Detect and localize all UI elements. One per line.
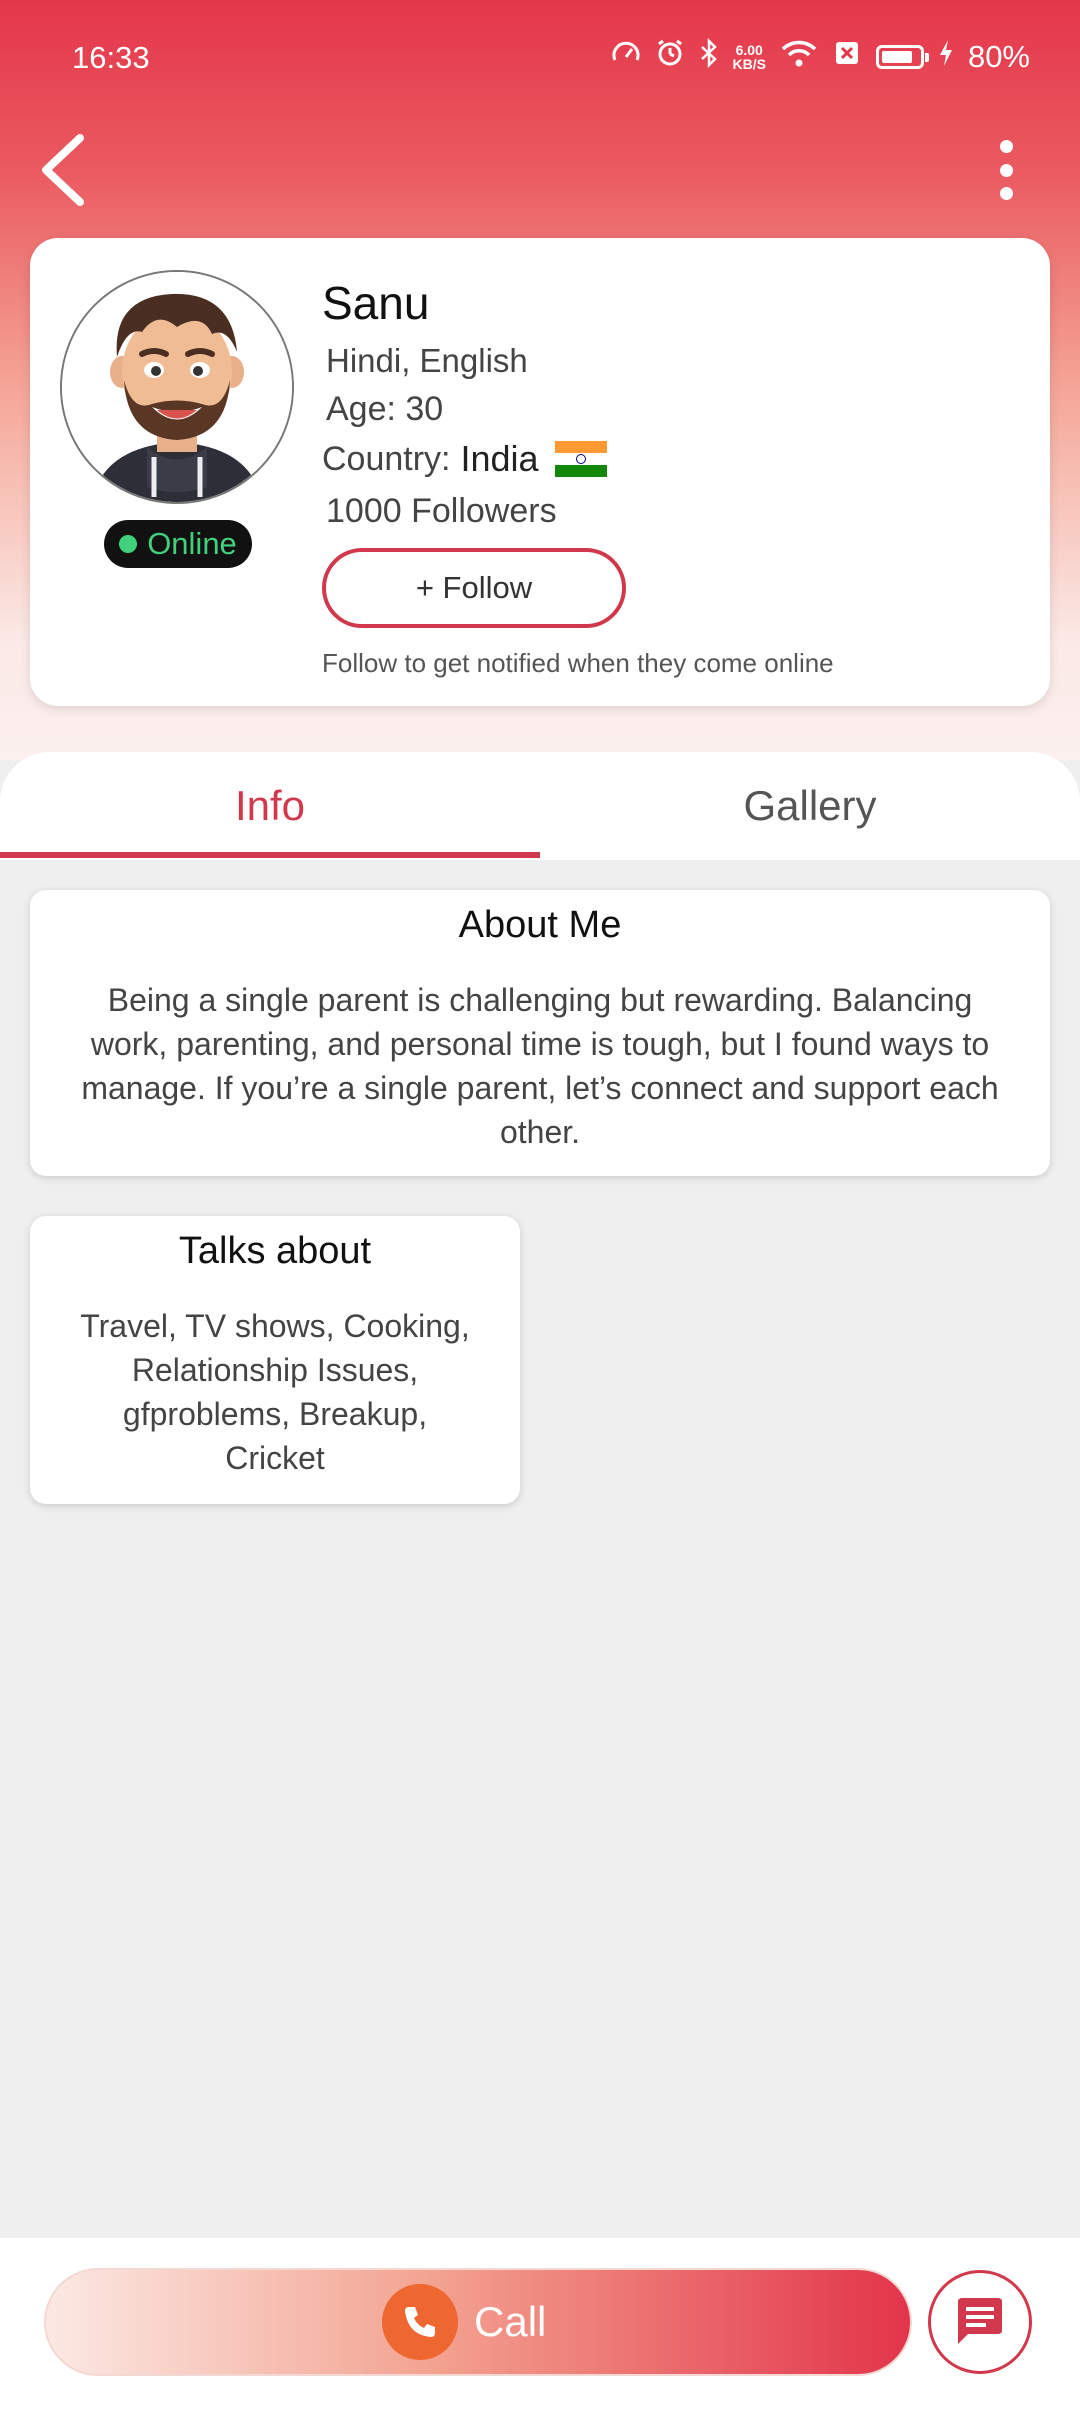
- india-flag-icon: [554, 441, 607, 477]
- back-button[interactable]: [36, 130, 96, 210]
- battery-icon: [875, 45, 929, 69]
- more-vertical-icon: [999, 140, 1013, 153]
- follow-button[interactable]: + Follow: [322, 548, 626, 628]
- country-value: India: [460, 438, 539, 479]
- avatar-illustration: [62, 272, 292, 502]
- battery-level: 80%: [967, 39, 1030, 74]
- speedometer-icon: [611, 38, 641, 76]
- back-arrow-icon: [42, 134, 84, 206]
- alarm-icon: [655, 38, 685, 76]
- country-label: Country:: [322, 439, 451, 478]
- no-sim-icon: [832, 38, 862, 76]
- profile-followers: 1000 Followers: [326, 492, 557, 530]
- follow-hint: Follow to get notified when they come on…: [322, 648, 834, 678]
- tab-info[interactable]: Info: [0, 752, 540, 860]
- about-me-text: Being a single parent is challenging but…: [81, 982, 999, 1150]
- profile-name: Sanu: [322, 277, 430, 329]
- call-label: Call: [474, 2298, 547, 2345]
- status-icons: 6.00 KB/S 80%: [611, 37, 1030, 76]
- chat-icon: [958, 2298, 1002, 2344]
- wifi-icon: [780, 38, 818, 76]
- profile-languages: Hindi, English: [326, 342, 528, 379]
- bluetooth-icon: [699, 37, 719, 76]
- about-me-title: About Me: [458, 904, 622, 946]
- tab-gallery[interactable]: Gallery: [540, 752, 1080, 860]
- online-status-label: Online: [147, 526, 237, 561]
- profile-age: Age: 30: [326, 390, 444, 428]
- active-tab-indicator: [0, 852, 540, 858]
- talks-about-text: Travel, TV shows, Cooking, Relationship …: [80, 1308, 470, 1476]
- status-time: 16:33: [72, 40, 150, 75]
- online-status-badge: Online: [104, 520, 252, 568]
- chat-button[interactable]: [928, 2270, 1032, 2374]
- more-options-button[interactable]: [986, 135, 1026, 205]
- profile-tabs: Info Gallery: [0, 752, 1080, 860]
- profile-country: Country: India: [322, 438, 607, 480]
- avatar[interactable]: [60, 270, 294, 504]
- phone-icon: [382, 2284, 458, 2360]
- call-button[interactable]: Call: [44, 2268, 912, 2376]
- talks-about-title: Talks about: [178, 1230, 372, 1272]
- status-bar: 16:33 6.00 KB/S 80%: [0, 0, 1080, 125]
- online-dot-icon: [119, 535, 138, 553]
- about-me-card: About Me Being a single parent is challe…: [30, 890, 1050, 1176]
- charging-icon: [938, 38, 954, 76]
- talks-about-card: Talks about Travel, TV shows, Cooking, R…: [30, 1216, 520, 1504]
- network-speed: 6.00 KB/S: [732, 42, 766, 72]
